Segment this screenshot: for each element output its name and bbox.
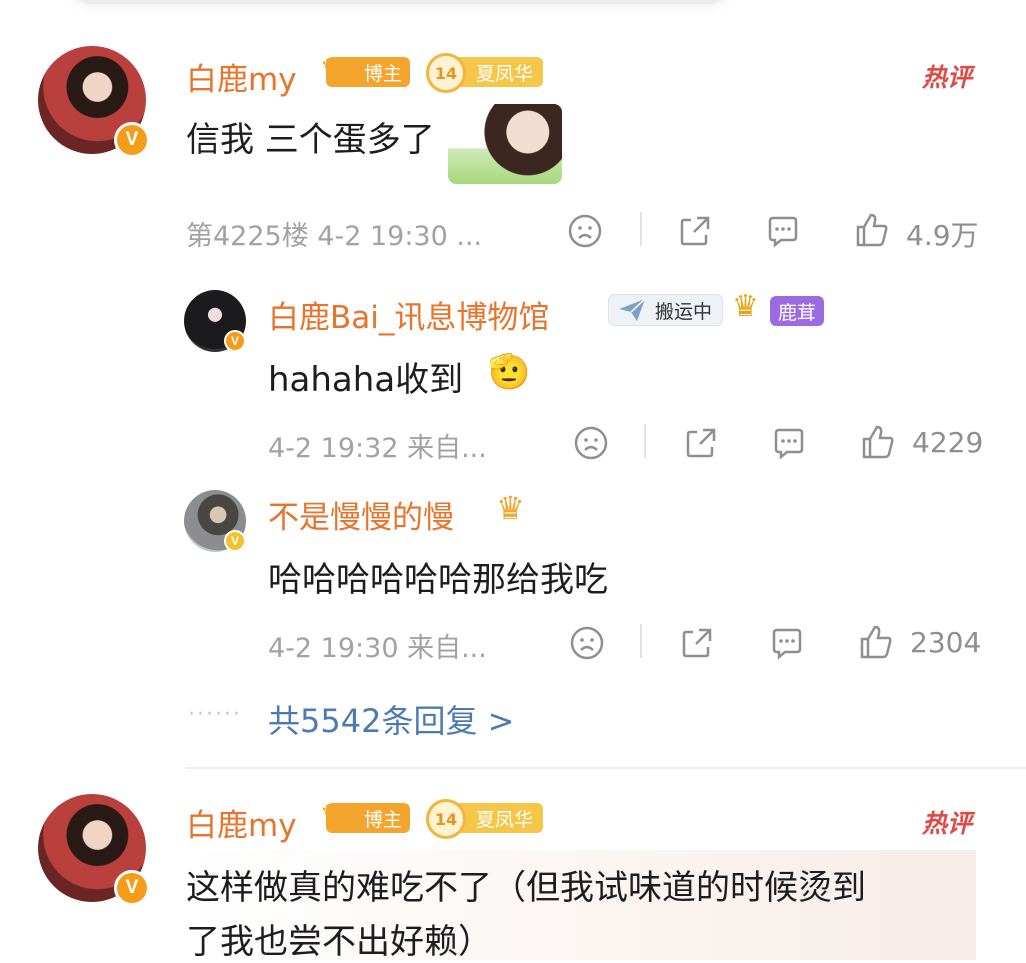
badge-label: 鹿茸 xyxy=(778,301,817,324)
paper-plane-icon xyxy=(619,298,646,321)
like-count: 4.9万 xyxy=(906,219,979,252)
fan-level-number: 14 xyxy=(426,53,466,93)
verified-badge-icon: V xyxy=(114,870,150,906)
reply-meta: 4-2 19:30 来自... xyxy=(268,633,487,664)
avatar[interactable]: V xyxy=(38,46,150,158)
ellipsis-icon: ······ xyxy=(188,702,242,727)
badge-label: 博主 xyxy=(364,808,403,831)
hot-comment-label: 热评 xyxy=(922,809,973,838)
comment-icon[interactable] xyxy=(768,624,806,662)
verified-badge-icon: V xyxy=(224,330,246,352)
fan-level-number: 14 xyxy=(426,799,466,839)
avatar[interactable]: V xyxy=(184,490,246,552)
username[interactable]: 白鹿my xyxy=(186,54,297,99)
thumbs-up-icon[interactable] xyxy=(852,210,892,250)
comment-text: 信我 三个蛋多了 xyxy=(186,120,435,160)
comment-meta: 第4225楼 4-2 19:30 ... xyxy=(186,221,483,252)
reply-meta: 4-2 19:32 来自... xyxy=(268,433,487,464)
sad-face-icon[interactable] xyxy=(568,624,606,662)
divider xyxy=(186,767,1026,769)
badge-label: 搬运中 xyxy=(655,300,713,323)
separator xyxy=(644,424,646,458)
username[interactable]: 不是慢慢的慢 xyxy=(268,492,454,537)
badge-label: 夏凤华 xyxy=(476,62,534,85)
badge-carrier[interactable]: 搬运中 xyxy=(608,294,724,326)
crown-icon: ♛ xyxy=(496,489,525,527)
separator xyxy=(640,212,642,246)
thumbs-up-icon[interactable] xyxy=(858,422,898,462)
username[interactable]: 白鹿my xyxy=(186,800,297,845)
hot-comment-label: 热评 xyxy=(922,63,973,92)
reply-text: 哈哈哈哈哈哈那给我吃 xyxy=(268,560,608,600)
share-icon[interactable] xyxy=(676,212,714,250)
crown-icon: ♛ xyxy=(732,289,759,324)
previous-card-edge xyxy=(70,0,730,4)
comment-icon[interactable] xyxy=(764,212,802,250)
share-icon[interactable] xyxy=(682,424,720,462)
emoji-icon: 🫡 xyxy=(488,352,531,392)
badge-blogger[interactable]: 博主 xyxy=(326,57,411,87)
verified-badge-icon: V xyxy=(224,530,246,552)
thumbs-up-icon[interactable] xyxy=(856,622,896,662)
username[interactable]: 白鹿Bai_讯息博物馆 xyxy=(268,292,549,337)
share-icon[interactable] xyxy=(678,624,716,662)
like-count: 2304 xyxy=(910,626,982,659)
badge-label: 夏凤华 xyxy=(476,808,534,831)
reply-text: hahaha收到 xyxy=(268,360,464,400)
sticker-image xyxy=(448,104,562,184)
comment-text-line: 这样做真的难吃不了（但我试味道的时候烫到 xyxy=(186,868,866,908)
avatar[interactable]: V xyxy=(38,794,150,906)
badge-fan-group[interactable]: 鹿茸 xyxy=(770,296,825,326)
badge-label: 博主 xyxy=(364,62,403,85)
separator xyxy=(640,624,642,658)
avatar[interactable]: V xyxy=(184,290,246,352)
sad-face-icon[interactable] xyxy=(566,212,604,250)
like-count: 4229 xyxy=(912,426,984,459)
view-more-replies-link[interactable]: 共5542条回复 > xyxy=(268,696,514,742)
comment-text-line: 了我也尝不出好赖） xyxy=(186,922,492,962)
sad-face-icon[interactable] xyxy=(572,424,610,462)
comment-icon[interactable] xyxy=(770,424,808,462)
badge-blogger[interactable]: 博主 xyxy=(326,803,411,833)
verified-badge-icon: V xyxy=(114,122,150,158)
